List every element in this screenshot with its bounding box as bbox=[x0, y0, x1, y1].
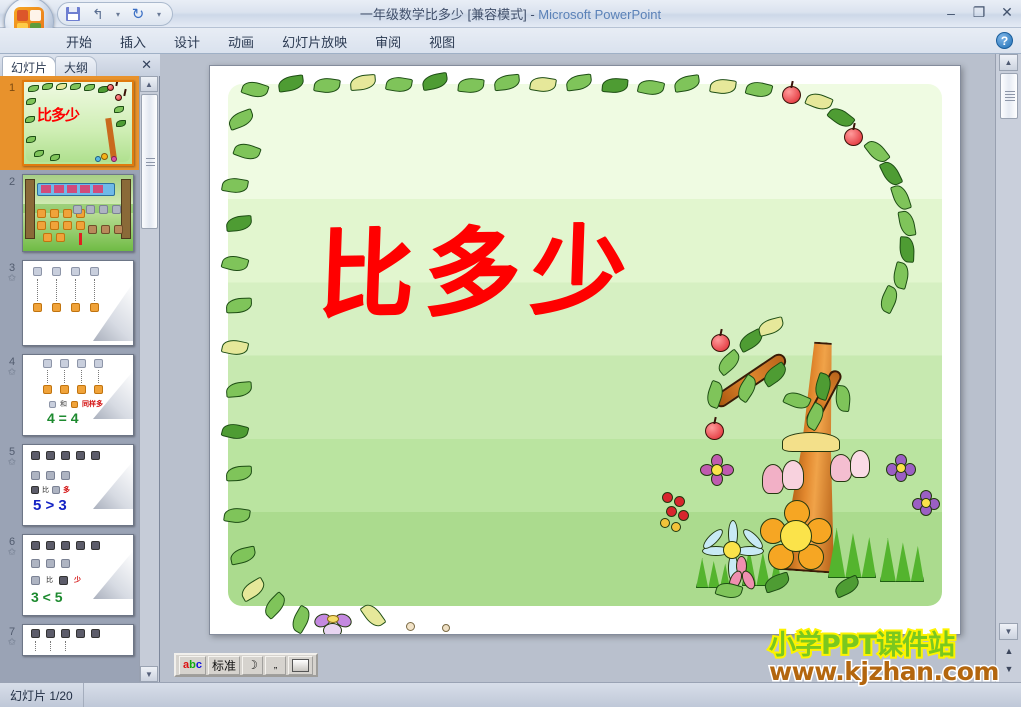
thumbnail-equation: 5 > 3 bbox=[33, 497, 67, 514]
scroll-up-button[interactable]: ▲ bbox=[999, 54, 1018, 71]
slide-canvas[interactable]: 比多少 bbox=[209, 65, 961, 635]
animation-star-icon: ✩ bbox=[7, 367, 17, 378]
slide-thumbnail-image bbox=[22, 174, 134, 252]
slide-thumbnail-2[interactable]: 2 bbox=[0, 170, 139, 256]
ribbon-tab-bar: 开始 插入 设计 动画 幻灯片放映 审阅 视图 ? bbox=[0, 28, 1021, 54]
floating-toolbar[interactable]: abc 标准 ☽ „ bbox=[174, 653, 318, 677]
slide-thumbnail-5[interactable]: 5 ✩ 比 多 5 > 3 bbox=[0, 440, 139, 530]
yellow-umbrella-flower-decoration bbox=[782, 428, 840, 456]
slide-counter: 幻灯片 1/20 bbox=[0, 682, 84, 707]
scrollbar-thumb[interactable] bbox=[141, 94, 158, 229]
slide-thumbnail-4[interactable]: 4 ✩ 和 同样多 4 = 4 bbox=[0, 350, 139, 440]
tab-animations[interactable]: 动画 bbox=[214, 29, 268, 54]
scrollbar-grip-icon bbox=[1005, 91, 1015, 101]
slide-number: 2 bbox=[2, 174, 22, 188]
previous-slide-button[interactable]: ▲ bbox=[1000, 643, 1018, 658]
slide-thumbnail-7[interactable]: 7 ✩ bbox=[0, 620, 139, 660]
slide-thumbnail-image: 比多少 bbox=[22, 80, 134, 166]
animation-star-icon: ✩ bbox=[7, 457, 17, 468]
slide-thumbnail-list[interactable]: 1 比多少 2 3 ✩ 4 ✩ 和 同样多 4 = 4 5 ✩ 比 多 5 > … bbox=[0, 76, 139, 682]
tab-review[interactable]: 审阅 bbox=[361, 29, 415, 54]
slide-thumbnail-image: 比 多 5 > 3 bbox=[22, 444, 134, 526]
panel-tab-bar: 幻灯片 大纲 ✕ bbox=[0, 54, 160, 76]
help-icon[interactable]: ? bbox=[996, 32, 1013, 49]
slide-thumbnail-image: 和 同样多 4 = 4 bbox=[22, 354, 134, 436]
scroll-down-button[interactable]: ▼ bbox=[140, 666, 158, 682]
slide-number: 1 bbox=[2, 80, 22, 94]
slide-thumbnail-image bbox=[22, 260, 134, 346]
tab-view[interactable]: 视图 bbox=[415, 29, 469, 54]
scrollbar-grip-icon bbox=[146, 157, 155, 166]
application-name: Microsoft PowerPoint bbox=[538, 7, 662, 22]
purple-flower-decoration bbox=[912, 490, 940, 516]
slide-scrollbar[interactable]: ▲ ▼ ▲ ▼ bbox=[995, 54, 1021, 682]
tab-slides[interactable]: 幻灯片 bbox=[2, 56, 57, 76]
ribbon-tabs: 开始 插入 设计 动画 幻灯片放映 审阅 视图 bbox=[0, 28, 1021, 54]
tab-slideshow[interactable]: 幻灯片放映 bbox=[268, 29, 361, 54]
thumbnail-title-text: 比多少 bbox=[37, 107, 80, 124]
status-bar: 幻灯片 1/20 bbox=[0, 682, 1021, 707]
slides-outline-panel: 幻灯片 大纲 ✕ 1 比多少 2 3 ✩ 4 ✩ 和 同样多 4 = 4 5 ✩… bbox=[0, 54, 160, 682]
minimize-button[interactable]: – bbox=[943, 5, 959, 21]
slide-thumbnail-6[interactable]: 6 ✩ 比 少 3 < 5 bbox=[0, 530, 139, 620]
pink-tulip-decoration bbox=[762, 458, 804, 498]
slide-number: 3 ✩ bbox=[2, 260, 22, 284]
quote-icon-button[interactable]: „ bbox=[265, 655, 286, 675]
standard-button[interactable]: 标准 bbox=[207, 655, 240, 675]
slide-number-label: 1 bbox=[8, 82, 16, 94]
keyboard-icon-button[interactable] bbox=[288, 655, 313, 675]
tab-insert[interactable]: 插入 bbox=[106, 29, 160, 54]
red-berries-decoration bbox=[660, 492, 702, 536]
slide-number: 7 ✩ bbox=[2, 624, 22, 648]
document-title: 一年级数学比多少 [兼容模式] - bbox=[359, 7, 539, 22]
thumbnail-equation: 3 < 5 bbox=[31, 589, 63, 605]
animation-star-icon: ✩ bbox=[7, 273, 17, 284]
scrollbar-thumb[interactable] bbox=[1000, 73, 1018, 119]
yellow-flower-decoration bbox=[760, 500, 832, 572]
close-panel-icon[interactable]: ✕ bbox=[141, 57, 152, 73]
tab-home[interactable]: 开始 bbox=[52, 29, 106, 54]
moon-icon-button[interactable]: ☽ bbox=[242, 655, 263, 675]
thumbnail-scrollbar[interactable]: ▲ ▼ bbox=[139, 76, 159, 682]
tab-outline[interactable]: 大纲 bbox=[55, 56, 98, 76]
violet-flower-decoration bbox=[312, 611, 354, 634]
magenta-daisy-decoration bbox=[700, 454, 734, 486]
slide-number: 6 ✩ bbox=[2, 534, 22, 558]
slide-edit-area[interactable]: 比多少 abc 标准 ☽ „ bbox=[160, 54, 995, 682]
slide-thumbnail-3[interactable]: 3 ✩ bbox=[0, 256, 139, 350]
purple-flower-decoration bbox=[886, 454, 916, 482]
slide-thumbnail-image bbox=[22, 624, 134, 656]
close-button[interactable]: ✕ bbox=[999, 4, 1015, 21]
apple-decoration bbox=[705, 422, 724, 440]
scroll-down-button[interactable]: ▼ bbox=[999, 623, 1018, 640]
slide-number: 5 ✩ bbox=[2, 444, 22, 468]
slide-background bbox=[228, 84, 942, 606]
animation-star-icon: ✩ bbox=[7, 547, 17, 558]
restore-button[interactable]: ❐ bbox=[971, 4, 987, 21]
title-bar: ↰ ▾ ↻ ▾ 一年级数学比多少 [兼容模式] - Microsoft Powe… bbox=[0, 0, 1021, 47]
abc-color-icon-button[interactable]: abc bbox=[179, 655, 206, 675]
animation-star-icon: ✩ bbox=[7, 637, 17, 648]
window-title: 一年级数学比多少 [兼容模式] - Microsoft PowerPoint bbox=[0, 4, 1021, 23]
powerpoint-window: ↰ ▾ ↻ ▾ 一年级数学比多少 [兼容模式] - Microsoft Powe… bbox=[0, 0, 1021, 707]
thumbnail-equation: 4 = 4 bbox=[47, 410, 79, 426]
window-controls: – ❐ ✕ bbox=[943, 4, 1015, 21]
slide-number-label: 2 bbox=[8, 176, 16, 188]
next-slide-button[interactable]: ▼ bbox=[1000, 661, 1018, 676]
apple-decoration bbox=[711, 334, 730, 352]
slide-title-text[interactable]: 比多少 bbox=[316, 214, 740, 332]
slide-number: 4 ✩ bbox=[2, 354, 22, 378]
slide-thumbnail-image: 比 少 3 < 5 bbox=[22, 534, 134, 616]
slide-thumbnail-1[interactable]: 1 比多少 bbox=[0, 76, 139, 170]
scroll-up-button[interactable]: ▲ bbox=[140, 76, 158, 92]
tab-design[interactable]: 设计 bbox=[160, 29, 214, 54]
